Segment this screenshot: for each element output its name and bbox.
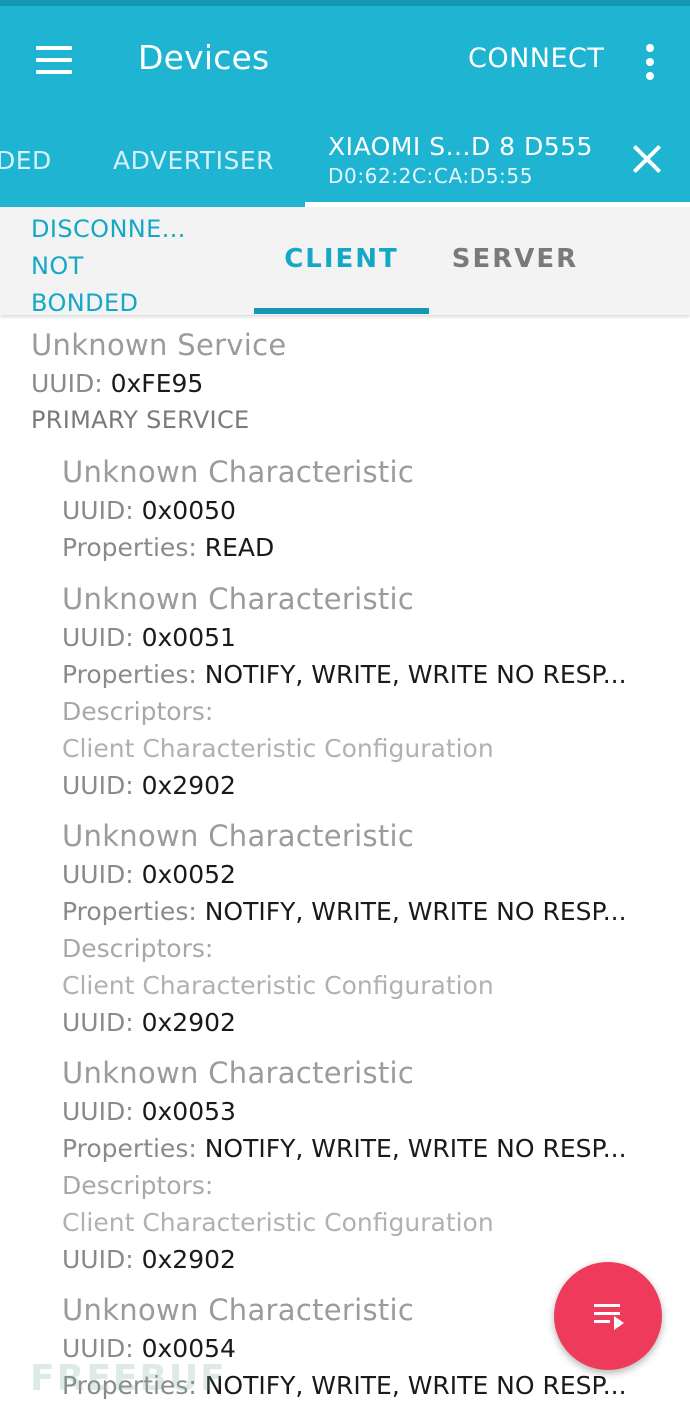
uuid-label: UUID: <box>62 1097 134 1126</box>
status-strip <box>0 0 690 6</box>
characteristic-item[interactable]: Unknown Characteristic UUID: 0x0050 Prop… <box>62 452 662 566</box>
descriptor-name[interactable]: Client Characteristic Configuration <box>62 730 662 767</box>
descriptor-name[interactable]: Client Characteristic Configuration <box>62 1204 662 1241</box>
tab-client[interactable]: CLIENT <box>254 207 429 315</box>
service-uuid: 0xFE95 <box>110 369 204 398</box>
characteristic-properties: NOTIFY, WRITE, WRITE NO RESP... <box>204 1371 627 1400</box>
characteristic-name: Unknown Characteristic <box>62 819 415 853</box>
descriptors-label: Descriptors: <box>62 697 214 726</box>
descriptors-label: Descriptors: <box>62 1171 214 1200</box>
playlist-play-icon <box>594 1304 624 1330</box>
status-line: NOT <box>31 252 84 280</box>
characteristic-properties: NOTIFY, WRITE, WRITE NO RESP... <box>204 1134 627 1163</box>
tab-server[interactable]: SERVER <box>440 244 590 274</box>
tab-advertiser[interactable]: ADVERTISER <box>113 146 274 175</box>
characteristic-properties: READ <box>204 533 275 562</box>
characteristic-uuid: 0x0051 <box>141 623 236 652</box>
descriptors-label: Descriptors: <box>62 934 214 963</box>
properties-label: Properties: <box>62 1134 197 1163</box>
descriptor-uuid: 0x2902 <box>141 771 236 800</box>
uuid-label: UUID: <box>62 623 134 652</box>
tab-client-label: CLIENT <box>284 244 399 274</box>
service-name: Unknown Service <box>31 328 287 362</box>
tab-indicator <box>254 308 429 314</box>
properties-label: Properties: <box>62 660 197 689</box>
characteristic-item[interactable]: Unknown Characteristic UUID: 0x0053 Prop… <box>62 1053 662 1278</box>
characteristic-uuid: 0x0052 <box>141 860 236 889</box>
service-list: Unknown Service UUID: 0xFE95 PRIMARY SER… <box>0 315 690 1403</box>
characteristic-item[interactable]: Unknown Characteristic UUID: 0x0052 Prop… <box>62 816 662 1041</box>
uuid-label: UUID: <box>62 860 134 889</box>
service-item[interactable]: Unknown Service UUID: 0xFE95 PRIMARY SER… <box>31 325 671 439</box>
properties-label: Properties: <box>62 533 197 562</box>
properties-label: Properties: <box>62 897 197 926</box>
watermark: FREEBUF <box>30 1358 227 1399</box>
log-fab-button[interactable] <box>554 1262 662 1370</box>
connection-bar: DISCONNE... NOT BONDED CLIENT SERVER <box>0 207 690 317</box>
descriptor-uuid: 0x2902 <box>141 1008 236 1037</box>
characteristic-properties: NOTIFY, WRITE, WRITE NO RESP... <box>204 897 627 926</box>
characteristic-uuid: 0x0053 <box>141 1097 236 1126</box>
descriptor-name[interactable]: Client Characteristic Configuration <box>62 967 662 1004</box>
uuid-label: UUID: <box>31 369 103 398</box>
descriptor-uuid: 0x2902 <box>141 1245 236 1274</box>
characteristic-uuid: 0x0050 <box>141 496 236 525</box>
uuid-label: UUID: <box>62 1008 134 1037</box>
close-icon[interactable] <box>628 140 666 178</box>
connection-status: DISCONNE... NOT BONDED <box>31 211 186 322</box>
hamburger-menu-icon[interactable] <box>30 38 80 82</box>
characteristic-name: Unknown Characteristic <box>62 455 415 489</box>
app-bar: Devices CONNECT DED ADVERTISER XIAOMI S.… <box>0 0 690 207</box>
device-address: D0:62:2C:CA:D5:55 <box>328 164 534 188</box>
characteristic-name: Unknown Characteristic <box>62 582 415 616</box>
device-name: XIAOMI S...D 8 D555 <box>328 132 593 161</box>
connect-button[interactable]: CONNECT <box>468 43 604 74</box>
tab-bonded[interactable]: DED <box>0 146 52 175</box>
uuid-label: UUID: <box>62 771 134 800</box>
characteristic-name: Unknown Characteristic <box>62 1056 415 1090</box>
status-line: DISCONNE... <box>31 215 186 243</box>
page-title: Devices <box>138 38 270 77</box>
characteristic-item[interactable]: Unknown Characteristic UUID: 0x0051 Prop… <box>62 579 662 804</box>
more-vert-icon[interactable] <box>632 40 668 84</box>
characteristic-properties: NOTIFY, WRITE, WRITE NO RESP... <box>204 660 627 689</box>
uuid-label: UUID: <box>62 1245 134 1274</box>
uuid-label: UUID: <box>62 496 134 525</box>
service-type: PRIMARY SERVICE <box>31 406 250 434</box>
